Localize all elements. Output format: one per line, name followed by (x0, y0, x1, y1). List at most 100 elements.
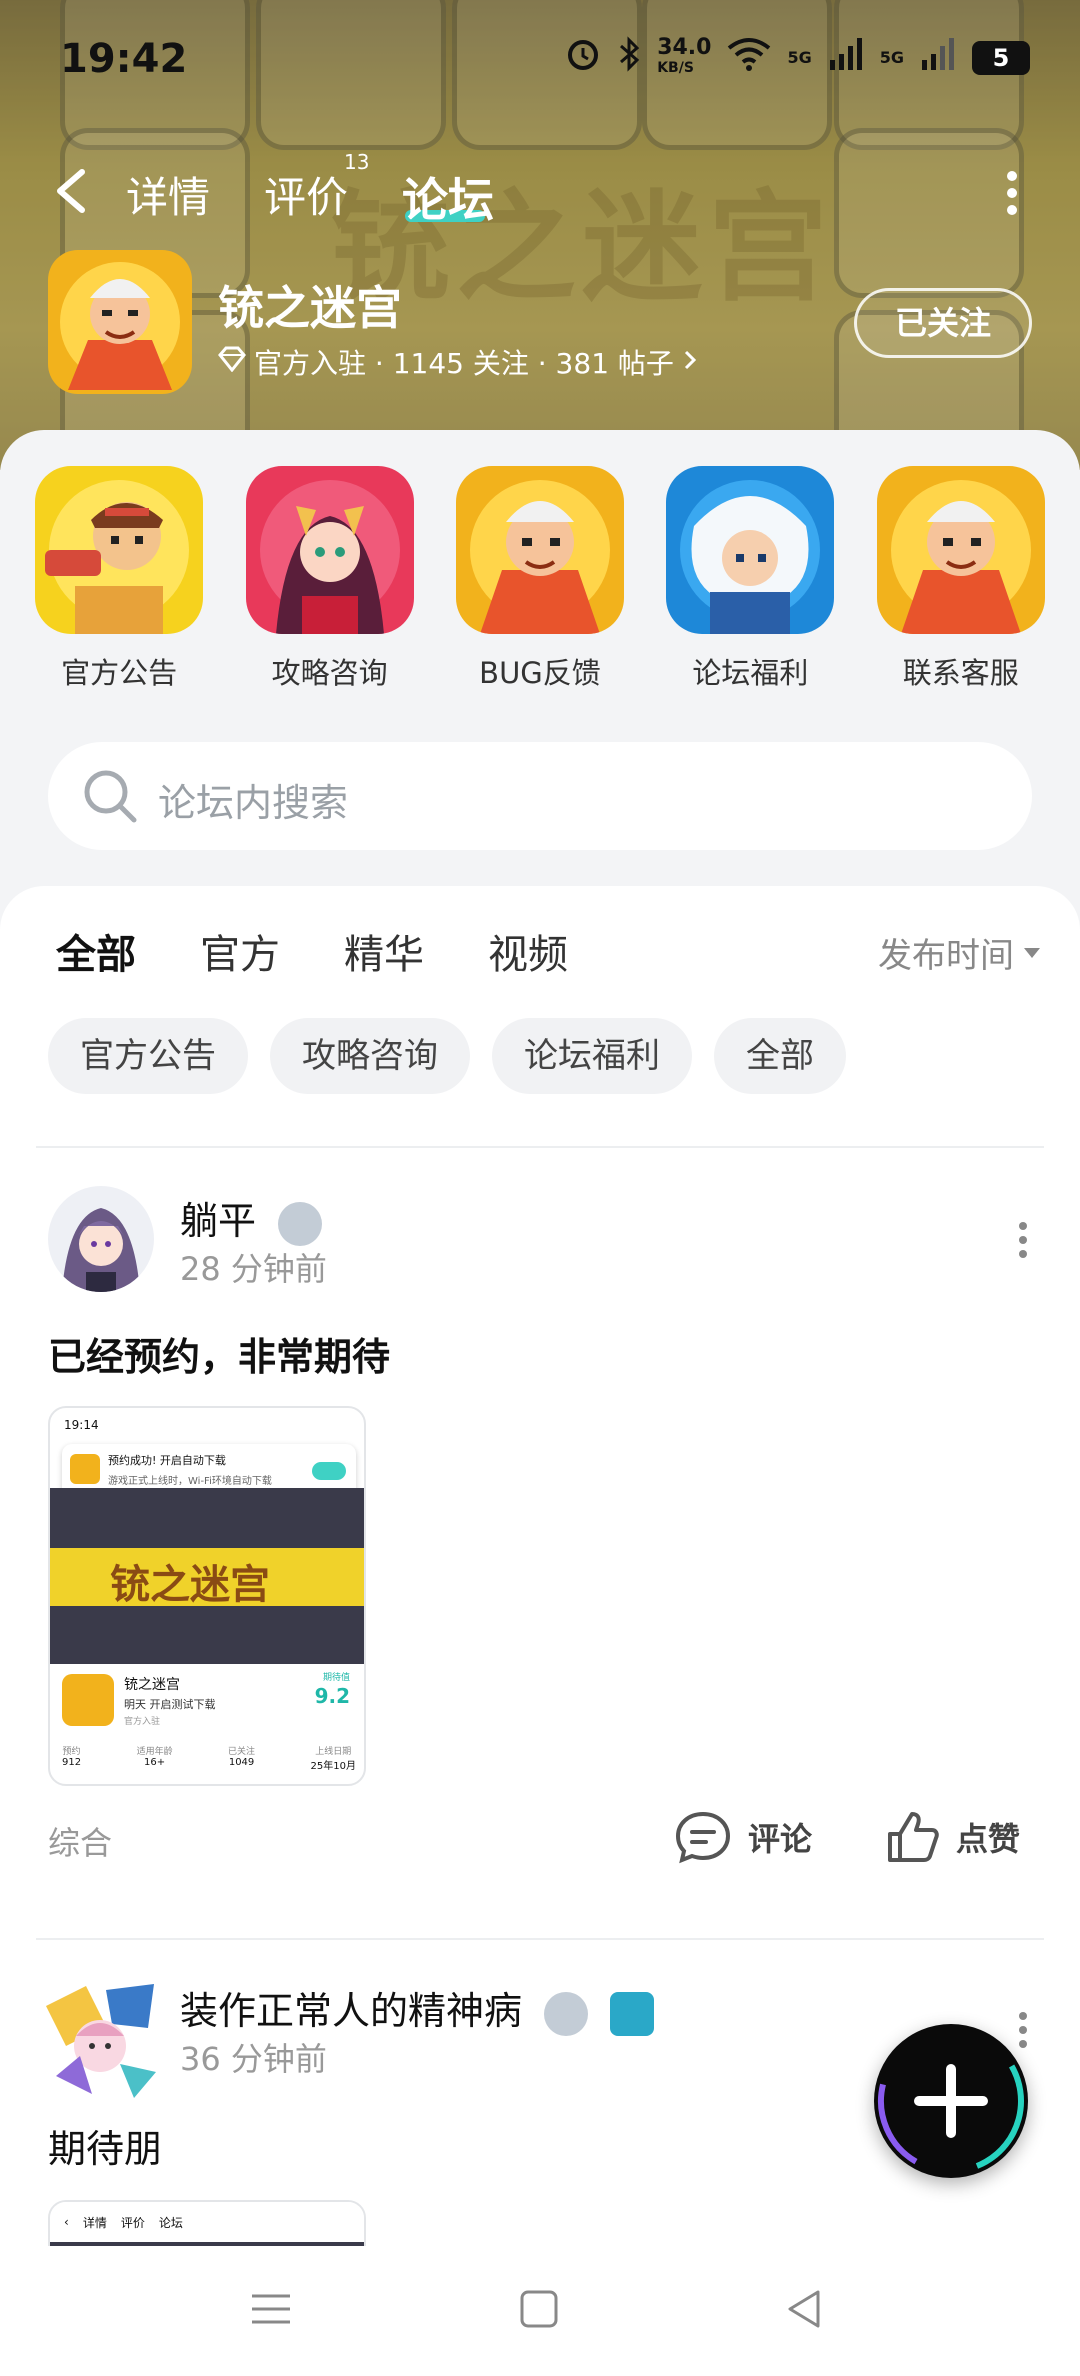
thumb-tab: 评价 (120, 2215, 145, 2230)
thumb-stat-value: 25年10月 (310, 1761, 356, 1772)
thumb-stat-label: 已关注 (228, 1747, 256, 1757)
chip-official-notice[interactable]: 官方公告 (48, 1018, 248, 1094)
divider (36, 1146, 1044, 1148)
net-speed: 34.0 (657, 34, 712, 60)
category-chips: 官方公告 攻略咨询 论坛福利 全部 (48, 1018, 846, 1094)
search-icon (80, 766, 140, 826)
tab-details[interactable]: 详情 (126, 164, 210, 225)
character-icon (245, 466, 414, 634)
divider (36, 1938, 1044, 1940)
signal-icon (920, 36, 956, 79)
shortcut-label: 攻略咨询 (271, 656, 388, 690)
sort-dropdown[interactable]: 发布时间 (878, 928, 1040, 977)
thumb-score-label: 期待值 (322, 1673, 350, 1683)
search-placeholder: 论坛内搜索 (158, 781, 349, 825)
shortcut-guide-consult[interactable]: 攻略咨询 (235, 466, 425, 692)
menu-icon[interactable] (246, 2284, 296, 2334)
more-options-icon[interactable] (1006, 170, 1018, 216)
sword-badge-icon (610, 1991, 655, 2036)
wifi-icon (727, 36, 771, 79)
thumb-stat-label: 适用年龄 (136, 1747, 173, 1757)
status-bar: 19:42 34.0 KB/S 5G 5G 5 (0, 0, 1080, 120)
filter-tab-featured[interactable]: 精华 (344, 922, 424, 980)
top-nav: 详情 评价 13 论坛 (0, 150, 1080, 230)
post-username[interactable]: 装作正常人的精神病 (180, 1989, 522, 2033)
like-label: 点赞 (956, 1820, 1021, 1858)
user-level-badge-icon (544, 1991, 589, 2036)
create-post-button[interactable] (874, 2024, 1028, 2178)
thumb-stats: 预约 912 适用年龄 16+ 已关注 1049 上线日期 25年10月 (62, 1744, 356, 1772)
alarm-icon (565, 36, 601, 79)
post-username[interactable]: 躺平 (180, 1199, 256, 1243)
follow-button[interactable]: 已关注 (854, 288, 1032, 358)
home-icon[interactable] (514, 2284, 564, 2334)
game-meta-text: 官方入驻 · 1145 关注 · 381 帖子 (254, 347, 674, 380)
forum-search-input[interactable]: 论坛内搜索 (48, 742, 1032, 850)
thumb-stat-label: 上线日期 (315, 1747, 352, 1757)
shortcut-official-notice[interactable]: 官方公告 (24, 466, 214, 692)
plus-icon (878, 2028, 1024, 2174)
comment-icon (675, 1811, 731, 1864)
shortcut-contact-support[interactable]: 联系客服 (866, 466, 1056, 692)
chip-all[interactable]: 全部 (714, 1018, 846, 1094)
thumb-stat-label: 预约 (62, 1747, 81, 1757)
filter-tabs: 全部 官方 精华 视频 (56, 922, 568, 986)
post-time: 36 分钟前 (180, 2040, 327, 2078)
post-card[interactable]: 躺平 28 分钟前 已经预约，非常期待 19:14 预约成功! 开启自动下载 游… (0, 1186, 1080, 1864)
game-meta[interactable]: 官方入驻 · 1145 关注 · 381 帖子 (218, 342, 698, 382)
toggle-icon (312, 1462, 346, 1480)
bluetooth-icon (617, 36, 641, 79)
caret-down-icon (1024, 947, 1040, 958)
shortcut-bug-report[interactable]: BUG反馈 (445, 466, 635, 692)
battery-icon: 5 (972, 40, 1030, 75)
game-icon[interactable] (48, 250, 192, 394)
shortcut-forum-perks[interactable]: 论坛福利 (655, 466, 845, 692)
like-button[interactable]: 点赞 (884, 1810, 1020, 1864)
thumb-tab: 论坛 (158, 2215, 183, 2230)
chevron-left-icon: ‹ (64, 2215, 69, 2229)
avatar[interactable] (48, 1186, 154, 1292)
game-icon (62, 1674, 114, 1726)
shortcut-row: 官方公告 攻略咨询 BUG反馈 论坛福利 联系客服 (0, 466, 1080, 692)
comment-button[interactable]: 评论 (674, 1810, 812, 1864)
thumb-score: 9.2 (314, 1684, 350, 1708)
post-more-icon[interactable] (1018, 1220, 1028, 1260)
thumb-game-sub: 明天 开启测试下载 (124, 1698, 216, 1711)
thumbs-up-icon (888, 1812, 939, 1862)
net-unit: KB/S (657, 59, 694, 76)
shortcut-label: 论坛福利 (692, 656, 809, 690)
post-category[interactable]: 综合 (48, 1818, 112, 1864)
character-icon (666, 466, 835, 634)
user-level-badge-icon (278, 1201, 323, 1246)
thumb-tab: 详情 (82, 2215, 107, 2230)
tab-reviews[interactable]: 评价 (264, 164, 348, 225)
shortcut-label: 官方公告 (61, 656, 178, 690)
chip-guide-consult[interactable]: 攻略咨询 (270, 1018, 470, 1094)
thumb-banner-title: 铳之迷宫 (110, 1562, 270, 1608)
filter-tab-video[interactable]: 视频 (488, 922, 568, 980)
character-icon (455, 466, 624, 634)
avatar[interactable] (36, 1976, 164, 2104)
tab-forum[interactable]: 论坛 (402, 164, 494, 230)
shortcut-label: 联系客服 (902, 656, 1019, 690)
back-icon[interactable] (52, 168, 92, 214)
thumb-time: 19:14 (64, 1418, 99, 1432)
system-nav-bar (0, 2246, 1080, 2376)
status-time: 19:42 (60, 36, 188, 82)
shortcut-label: BUG反馈 (479, 656, 601, 690)
comment-label: 评论 (748, 1820, 813, 1858)
chip-forum-perks[interactable]: 论坛福利 (492, 1018, 692, 1094)
post-title: 已经预约，非常期待 (48, 1335, 391, 1379)
thumb-game-name: 铳之迷宫 (124, 1677, 180, 1693)
post-image-thumbnail[interactable]: 19:14 预约成功! 开启自动下载 游戏正式上线时，Wi-Fi环境自动下载 铳… (48, 1406, 366, 1786)
character-icon (35, 466, 204, 634)
post-title: 期待朋 (48, 2127, 163, 2171)
back-nav-icon[interactable] (780, 2284, 830, 2334)
filter-tab-official[interactable]: 官方 (200, 922, 280, 980)
thumb-toast-title: 预约成功! 开启自动下载 (108, 1454, 226, 1467)
signal-label-1: 5G (787, 48, 812, 67)
filter-tab-all[interactable]: 全部 (56, 922, 136, 986)
post-footer: 综合 评论 点赞 (48, 1810, 1032, 1870)
thumb-stat-value: 1049 (228, 1757, 255, 1768)
thumb-toast-sub: 游戏正式上线时，Wi-Fi环境自动下载 (108, 1476, 272, 1487)
